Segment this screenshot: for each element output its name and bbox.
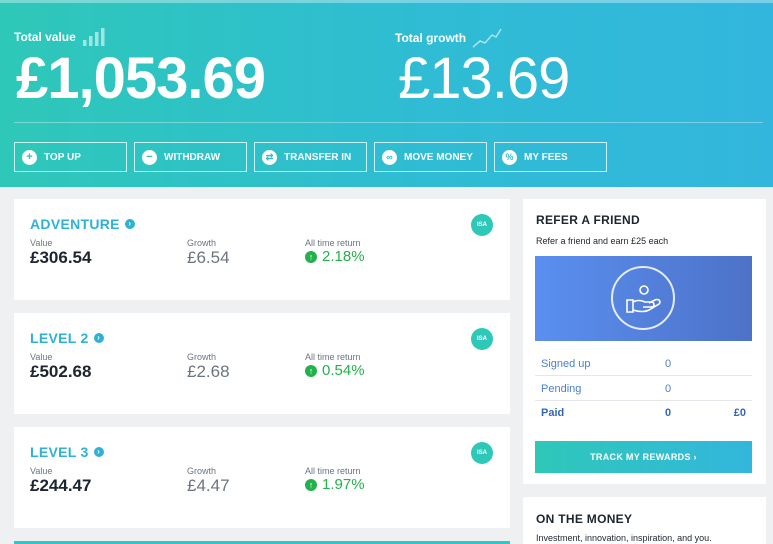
arrow-up-icon: ↑	[305, 250, 317, 263]
pending-label: Pending	[541, 383, 582, 395]
on-the-money-title: ON THE MONEY	[536, 512, 633, 526]
isa-badge-icon: ISA	[471, 214, 493, 236]
track-my-rewards-button[interactable]: TRACK MY REWARDS ›	[535, 441, 752, 473]
signed-up-count: 0	[665, 358, 672, 370]
total-value-label-group: Total value	[14, 27, 106, 47]
return-label: All time return	[305, 238, 361, 248]
value-label: Value	[30, 466, 53, 476]
move-money-button[interactable]: ∞ MOVE MONEY	[374, 142, 487, 172]
value-label: Value	[30, 238, 53, 248]
chevron-right-icon[interactable]: ›	[124, 219, 135, 229]
paid-count: 0	[665, 407, 672, 419]
portfolio-return: ↑ 0.54%	[305, 362, 365, 379]
withdraw-button[interactable]: − WITHDRAW	[134, 142, 247, 172]
paid-amount: £0	[733, 407, 746, 419]
transfer-icon: ⇄	[262, 149, 277, 165]
portfolio-growth: £2.68	[187, 362, 230, 381]
header-divider	[14, 122, 763, 123]
portfolio-return: ↑ 2.18%	[305, 248, 365, 265]
portfolio-return: ↑ 1.97%	[305, 476, 365, 493]
percent-icon: %	[502, 149, 517, 165]
my-fees-label: MY FEES	[524, 151, 568, 163]
paid-label: Paid	[541, 407, 565, 419]
pending-count: 0	[665, 383, 672, 395]
top-up-button[interactable]: + TOP UP	[14, 142, 127, 172]
portfolio-value: £502.68	[30, 362, 92, 381]
arrow-up-icon: ↑	[305, 478, 317, 491]
bar-chart-icon	[82, 28, 105, 46]
return-value: 1.97%	[322, 476, 365, 493]
refer-hero-banner	[535, 256, 752, 341]
portfolio-value: £306.54	[30, 248, 92, 267]
portfolio-summary-header: Total value £1,053.69 Total growth £13.6…	[0, 0, 773, 187]
portfolio-name: LEVEL 3	[30, 444, 89, 460]
growth-label: Growth	[187, 466, 217, 476]
paid-row: Paid 0 £0	[535, 401, 752, 425]
plus-icon: +	[22, 149, 37, 165]
total-growth-label: Total growth	[395, 31, 467, 45]
return-value: 2.18%	[322, 248, 365, 265]
hand-coin-icon	[611, 266, 675, 330]
portfolio-growth: £4.47	[187, 476, 230, 495]
minus-icon: −	[142, 149, 157, 165]
transfer-in-label: TRANSFER IN	[284, 151, 352, 163]
link-icon: ∞	[382, 149, 397, 165]
portfolio-card-adventure[interactable]: ADVENTURE › ISA Value Growth All time re…	[14, 199, 510, 300]
signed-up-label: Signed up	[541, 358, 591, 370]
total-growth: £13.69	[398, 46, 570, 111]
refer-a-friend-panel: REFER A FRIEND Refer a friend and earn £…	[523, 199, 766, 484]
growth-label: Growth	[187, 238, 217, 248]
top-up-label: TOP UP	[44, 151, 81, 163]
growth-label: Growth	[187, 352, 217, 362]
total-value-label: Total value	[14, 30, 76, 44]
portfolio-value: £244.47	[30, 476, 92, 495]
value-label: Value	[30, 352, 53, 362]
total-value: £1,053.69	[16, 46, 266, 111]
portfolio-title[interactable]: LEVEL 2 ›	[30, 330, 104, 346]
withdraw-label: WITHDRAW	[164, 151, 221, 163]
isa-badge-icon: ISA	[471, 328, 493, 350]
my-fees-button[interactable]: % MY FEES	[494, 142, 607, 172]
chevron-right-icon[interactable]: ›	[93, 447, 104, 457]
portfolio-title[interactable]: ADVENTURE ›	[30, 216, 135, 232]
portfolio-card-level-3[interactable]: LEVEL 3 › ISA Value Growth All time retu…	[14, 427, 510, 528]
action-bar: + TOP UP − WITHDRAW ⇄ TRANSFER IN ∞ MOVE…	[14, 142, 607, 172]
move-money-label: MOVE MONEY	[404, 151, 473, 163]
refer-subtitle: Refer a friend and earn £25 each	[536, 236, 669, 246]
arrow-up-icon: ↑	[305, 364, 317, 377]
return-value: 0.54%	[322, 362, 365, 379]
refer-title: REFER A FRIEND	[536, 213, 640, 227]
portfolio-growth: £6.54	[187, 248, 230, 267]
on-the-money-subtitle: Investment, innovation, inspiration, and…	[536, 533, 712, 543]
on-the-money-panel: ON THE MONEY Investment, innovation, ins…	[523, 497, 766, 544]
pending-row: Pending 0	[535, 377, 752, 401]
chevron-right-icon[interactable]: ›	[93, 333, 104, 343]
transfer-in-button[interactable]: ⇄ TRANSFER IN	[254, 142, 367, 172]
portfolio-name: LEVEL 2	[30, 330, 89, 346]
signed-up-row: Signed up 0	[535, 352, 752, 376]
portfolio-name: ADVENTURE	[30, 216, 120, 232]
portfolio-title[interactable]: LEVEL 3 ›	[30, 444, 104, 460]
return-label: All time return	[305, 352, 361, 362]
isa-badge-icon: ISA	[471, 442, 493, 464]
portfolio-card-level-2[interactable]: LEVEL 2 › ISA Value Growth All time retu…	[14, 313, 510, 414]
return-label: All time return	[305, 466, 361, 476]
